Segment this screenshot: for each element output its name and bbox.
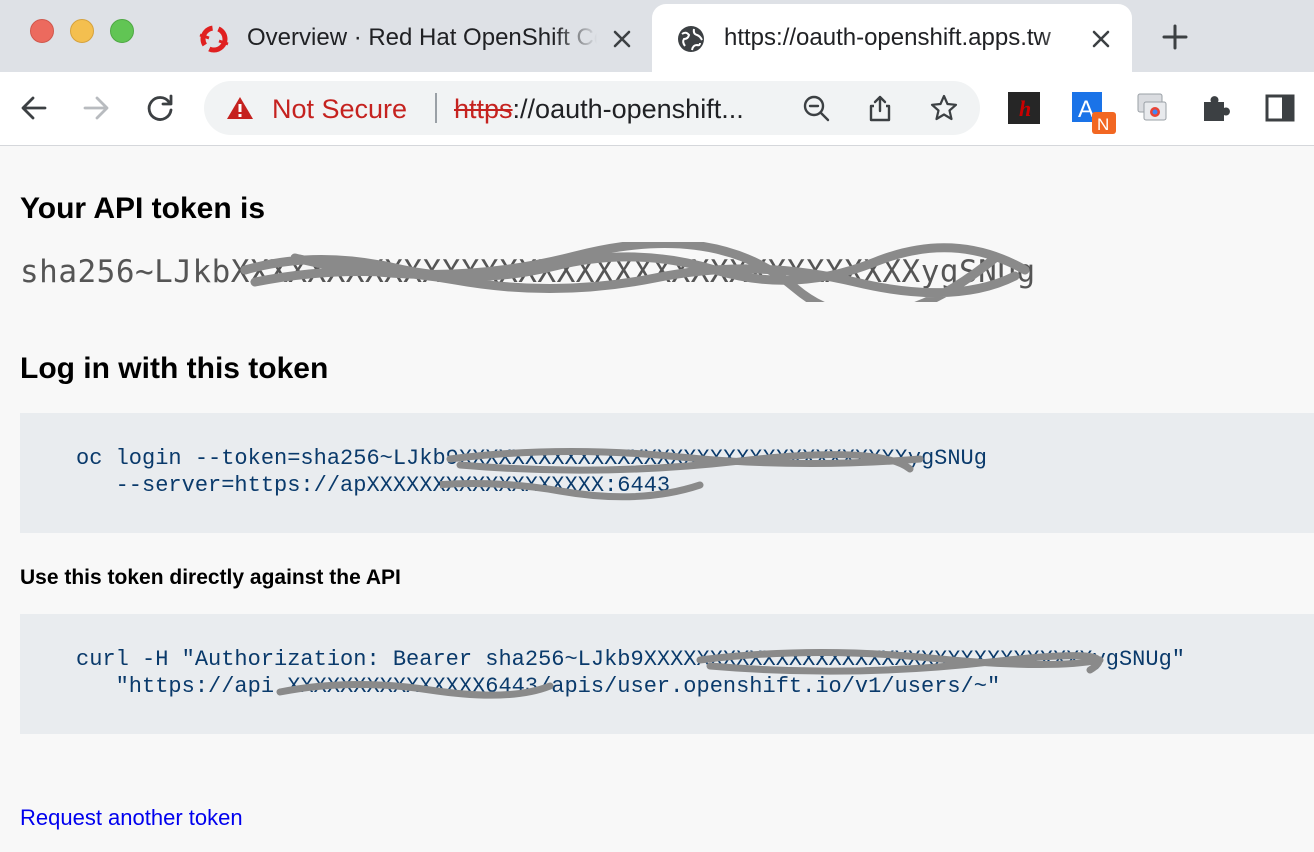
curl-command-line2: "https://api.XXXXXXXXXXXXXXX6443/apis/us… bbox=[76, 674, 1001, 699]
tab-title: Overview · Red Hat OpenShift Container P… bbox=[247, 24, 597, 51]
oc-login-command[interactable]: oc login --token=sha256~LJkb9XXXXXXXXXXX… bbox=[20, 413, 1314, 533]
url-rest: ://oauth-openshift... bbox=[512, 94, 744, 124]
login-command-line1: oc login --token=sha256~LJkb9XXXXXXXXXXX… bbox=[76, 446, 987, 471]
close-icon[interactable] bbox=[1088, 26, 1114, 52]
omnibox-divider bbox=[435, 93, 437, 123]
svg-text:A: A bbox=[1078, 96, 1094, 123]
window-zoom-button[interactable] bbox=[110, 19, 134, 43]
tab-openshift-overview[interactable]: Overview · Red Hat OpenShift Container P… bbox=[185, 4, 647, 72]
new-tab-icon[interactable] bbox=[1160, 22, 1190, 52]
tab-oauth-token[interactable]: https://oauth-openshift.apps.tw bbox=[652, 4, 1132, 72]
login-heading: Log in with this token bbox=[20, 352, 329, 385]
screen-share-icon[interactable] bbox=[1136, 92, 1168, 124]
request-another-token-link[interactable]: Request another token bbox=[20, 805, 243, 831]
curl-command-line1: curl -H "Authorization: Bearer sha256~LJ… bbox=[76, 647, 1185, 672]
tab-strip: Overview · Red Hat OpenShift Container P… bbox=[0, 0, 1314, 72]
hypothesis-icon[interactable]: h bbox=[1008, 92, 1040, 124]
token-heading: Your API token is bbox=[20, 192, 266, 225]
reload-icon[interactable] bbox=[144, 92, 176, 124]
api-heading: Use this token directly against the API bbox=[20, 566, 401, 589]
tab-title: https://oauth-openshift.apps.tw bbox=[724, 24, 1051, 51]
window-close-button[interactable] bbox=[30, 19, 54, 43]
close-icon[interactable] bbox=[609, 26, 635, 52]
side-panel-icon[interactable] bbox=[1264, 92, 1296, 124]
translate-icon[interactable]: A N bbox=[1072, 92, 1118, 136]
svg-text:h: h bbox=[1019, 96, 1031, 121]
not-secure-label[interactable]: Not Secure bbox=[272, 94, 407, 125]
back-arrow-icon[interactable] bbox=[18, 92, 50, 124]
zoom-out-icon[interactable] bbox=[802, 94, 830, 122]
bookmark-star-icon[interactable] bbox=[930, 94, 958, 122]
globe-icon bbox=[678, 26, 704, 52]
window-minimize-button[interactable] bbox=[70, 19, 94, 43]
puzzle-icon[interactable] bbox=[1200, 92, 1232, 124]
url-scheme: https bbox=[454, 94, 513, 124]
api-token-value: sha256~LJkbXXXXXXXXXXXXXXXXXXXXXXXXXXXXX… bbox=[20, 254, 1036, 290]
share-icon[interactable] bbox=[866, 94, 894, 122]
login-command-line2: --server=https://apXXXXXXXXXXXXXXXXXX:64… bbox=[76, 473, 671, 498]
translate-badge: N bbox=[1097, 115, 1109, 134]
url-text[interactable]: https://oauth-openshift... bbox=[454, 94, 776, 125]
warning-icon[interactable] bbox=[226, 96, 254, 120]
address-bar[interactable]: Not Secure https://oauth-openshift... bbox=[204, 81, 980, 135]
openshift-icon bbox=[199, 25, 229, 53]
browser-toolbar: Not Secure https://oauth-openshift... h … bbox=[0, 72, 1314, 146]
curl-command[interactable]: curl -H "Authorization: Bearer sha256~LJ… bbox=[20, 614, 1314, 734]
forward-arrow-icon[interactable] bbox=[80, 92, 112, 124]
